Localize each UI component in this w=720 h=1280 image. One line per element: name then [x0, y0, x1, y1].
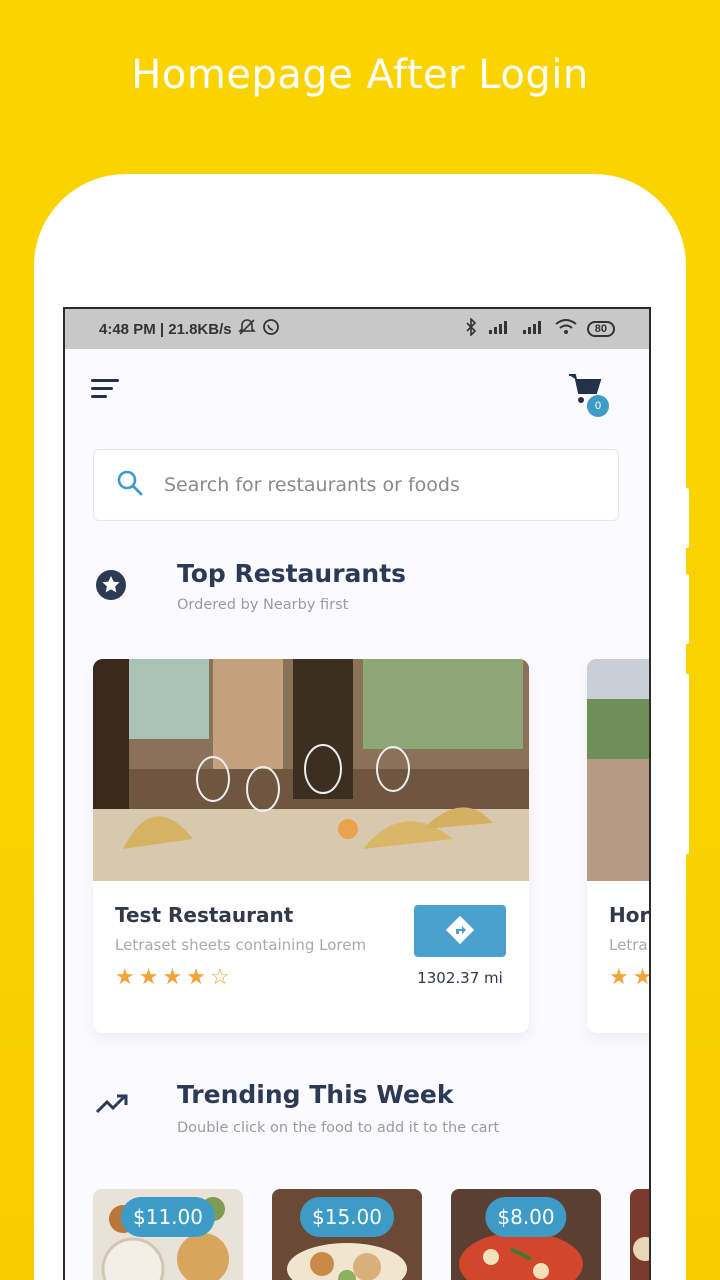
- food-card[interactable]: [630, 1189, 649, 1280]
- food-price: $8.00: [485, 1197, 567, 1237]
- signal-icon: [487, 319, 511, 339]
- phone-side-button: [684, 674, 689, 854]
- phone-side-button: [684, 574, 689, 644]
- trending-up-icon: [95, 1092, 129, 1120]
- section-subtitle: Ordered by Nearby first: [177, 597, 349, 613]
- cart-button[interactable]: 0: [567, 371, 609, 417]
- notification-off-icon: [237, 318, 256, 340]
- wifi-icon: [555, 319, 577, 339]
- search-icon: [116, 469, 144, 501]
- restaurant-card[interactable]: Test Restaurant Letraset sheets containi…: [93, 659, 529, 1033]
- restaurant-photo: [93, 659, 529, 881]
- app-bar: 0: [65, 349, 649, 429]
- food-price: $15.00: [300, 1197, 394, 1237]
- star-filled-icon: ★: [632, 965, 651, 990]
- star-circle-icon: [95, 569, 127, 605]
- restaurant-description: Letra: [609, 936, 648, 954]
- search-bar[interactable]: [93, 449, 619, 521]
- food-photo: [630, 1189, 649, 1280]
- restaurant-card[interactable]: Hor Letra ★★☆☆☆: [587, 659, 651, 1033]
- whatsapp-icon: [262, 318, 280, 340]
- restaurant-rating: ★★☆☆☆: [609, 965, 651, 990]
- restaurant-distance: 1302.37 mi: [417, 969, 503, 987]
- section-subtitle: Double click on the food to add it to th…: [177, 1120, 500, 1136]
- restaurant-rating: ★ ★ ★ ★ ☆: [115, 965, 230, 990]
- star-filled-icon: ★: [609, 965, 629, 990]
- star-filled-icon: ★: [138, 965, 159, 990]
- promo-title: Homepage After Login: [131, 52, 589, 98]
- star-filled-icon: ★: [115, 965, 135, 990]
- food-card[interactable]: $11.00: [93, 1189, 243, 1280]
- phone-side-button: [684, 488, 689, 548]
- status-time: 4:48 PM | 21.8KB/s: [99, 320, 232, 338]
- status-bar: 4:48 PM | 21.8KB/s 80: [65, 309, 649, 349]
- restaurant-name: Test Restaurant: [115, 903, 294, 927]
- section-title: Top Restaurants: [177, 559, 407, 588]
- food-card[interactable]: $15.00: [272, 1189, 422, 1280]
- restaurant-description: Letraset sheets containing Lorem: [115, 936, 367, 954]
- restaurant-photo: [587, 659, 649, 881]
- search-input[interactable]: [164, 474, 584, 496]
- food-card[interactable]: $8.00: [451, 1189, 601, 1280]
- phone-screen: 4:48 PM | 21.8KB/s 80 0 Search for resta…: [63, 307, 651, 1280]
- section-title: Trending This Week: [177, 1080, 454, 1109]
- star-filled-icon: ★: [162, 965, 183, 990]
- directions-icon: [445, 915, 475, 947]
- food-price: $11.00: [121, 1197, 215, 1237]
- cart-count-badge: 0: [587, 395, 609, 417]
- star-filled-icon: ★: [186, 965, 206, 990]
- battery-icon: 80: [586, 321, 615, 337]
- restaurant-name: Hor: [609, 903, 650, 927]
- star-empty-icon: ☆: [209, 965, 230, 990]
- directions-button[interactable]: [414, 905, 506, 957]
- menu-icon[interactable]: [91, 379, 121, 401]
- signal-icon: [521, 319, 545, 339]
- bluetooth-icon: [465, 317, 477, 340]
